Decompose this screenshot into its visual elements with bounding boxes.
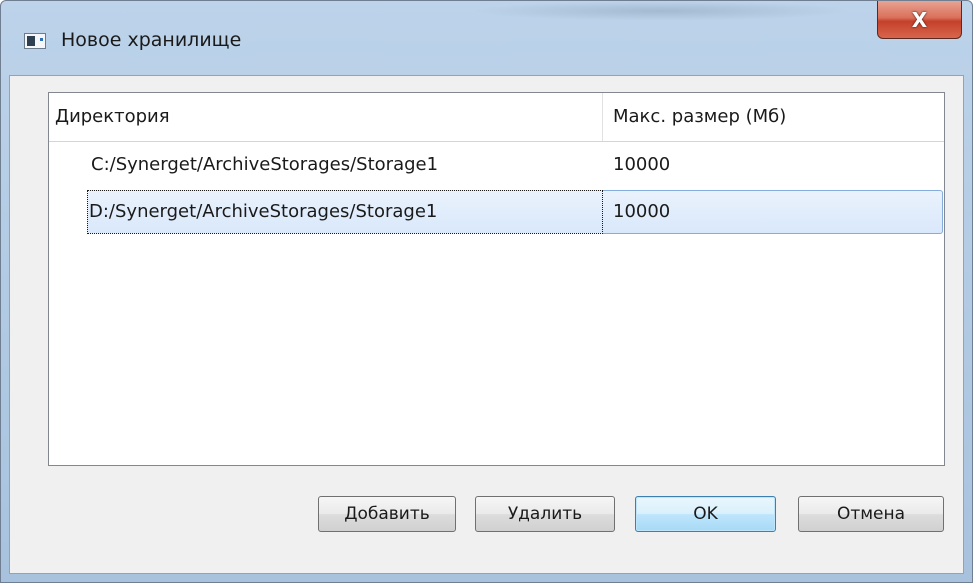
table-header: Директория Макс. размер (Мб) xyxy=(49,93,944,142)
window-title: Новое хранилище xyxy=(61,29,242,51)
column-header-max-size[interactable]: Макс. размер (Мб) xyxy=(603,93,944,141)
close-icon: X xyxy=(911,7,928,32)
cell-max-size: 10000 xyxy=(613,154,671,175)
cell-max-size: 10000 xyxy=(613,201,671,222)
window-app-icon[interactable] xyxy=(24,33,46,49)
cell-directory: C:/Synerget/ArchiveStorages/Storage1 xyxy=(91,154,439,175)
ok-button[interactable]: OK xyxy=(635,496,776,532)
delete-button[interactable]: Удалить xyxy=(475,496,615,532)
title-bar-glow xyxy=(471,1,851,21)
table-row-selected[interactable]: D:/Synerget/ArchiveStorages/Storage1 100… xyxy=(49,189,944,235)
table-row[interactable]: C:/Synerget/ArchiveStorages/Storage1 100… xyxy=(49,142,944,188)
button-bar: Добавить Удалить OK Отмена xyxy=(10,484,963,532)
close-button[interactable]: X xyxy=(877,1,962,39)
cancel-button[interactable]: Отмена xyxy=(798,496,944,532)
title-bar[interactable]: Новое хранилище X xyxy=(1,1,972,75)
storage-table[interactable]: Директория Макс. размер (Мб) C:/Synerget… xyxy=(48,92,945,466)
dialog-window: Новое хранилище X Директория Макс. разме… xyxy=(0,0,973,583)
add-button[interactable]: Добавить xyxy=(318,496,456,532)
column-header-directory[interactable]: Директория xyxy=(49,93,603,141)
dialog-client-area: Директория Макс. размер (Мб) C:/Synerget… xyxy=(9,75,964,574)
cell-directory: D:/Synerget/ArchiveStorages/Storage1 xyxy=(89,201,438,222)
